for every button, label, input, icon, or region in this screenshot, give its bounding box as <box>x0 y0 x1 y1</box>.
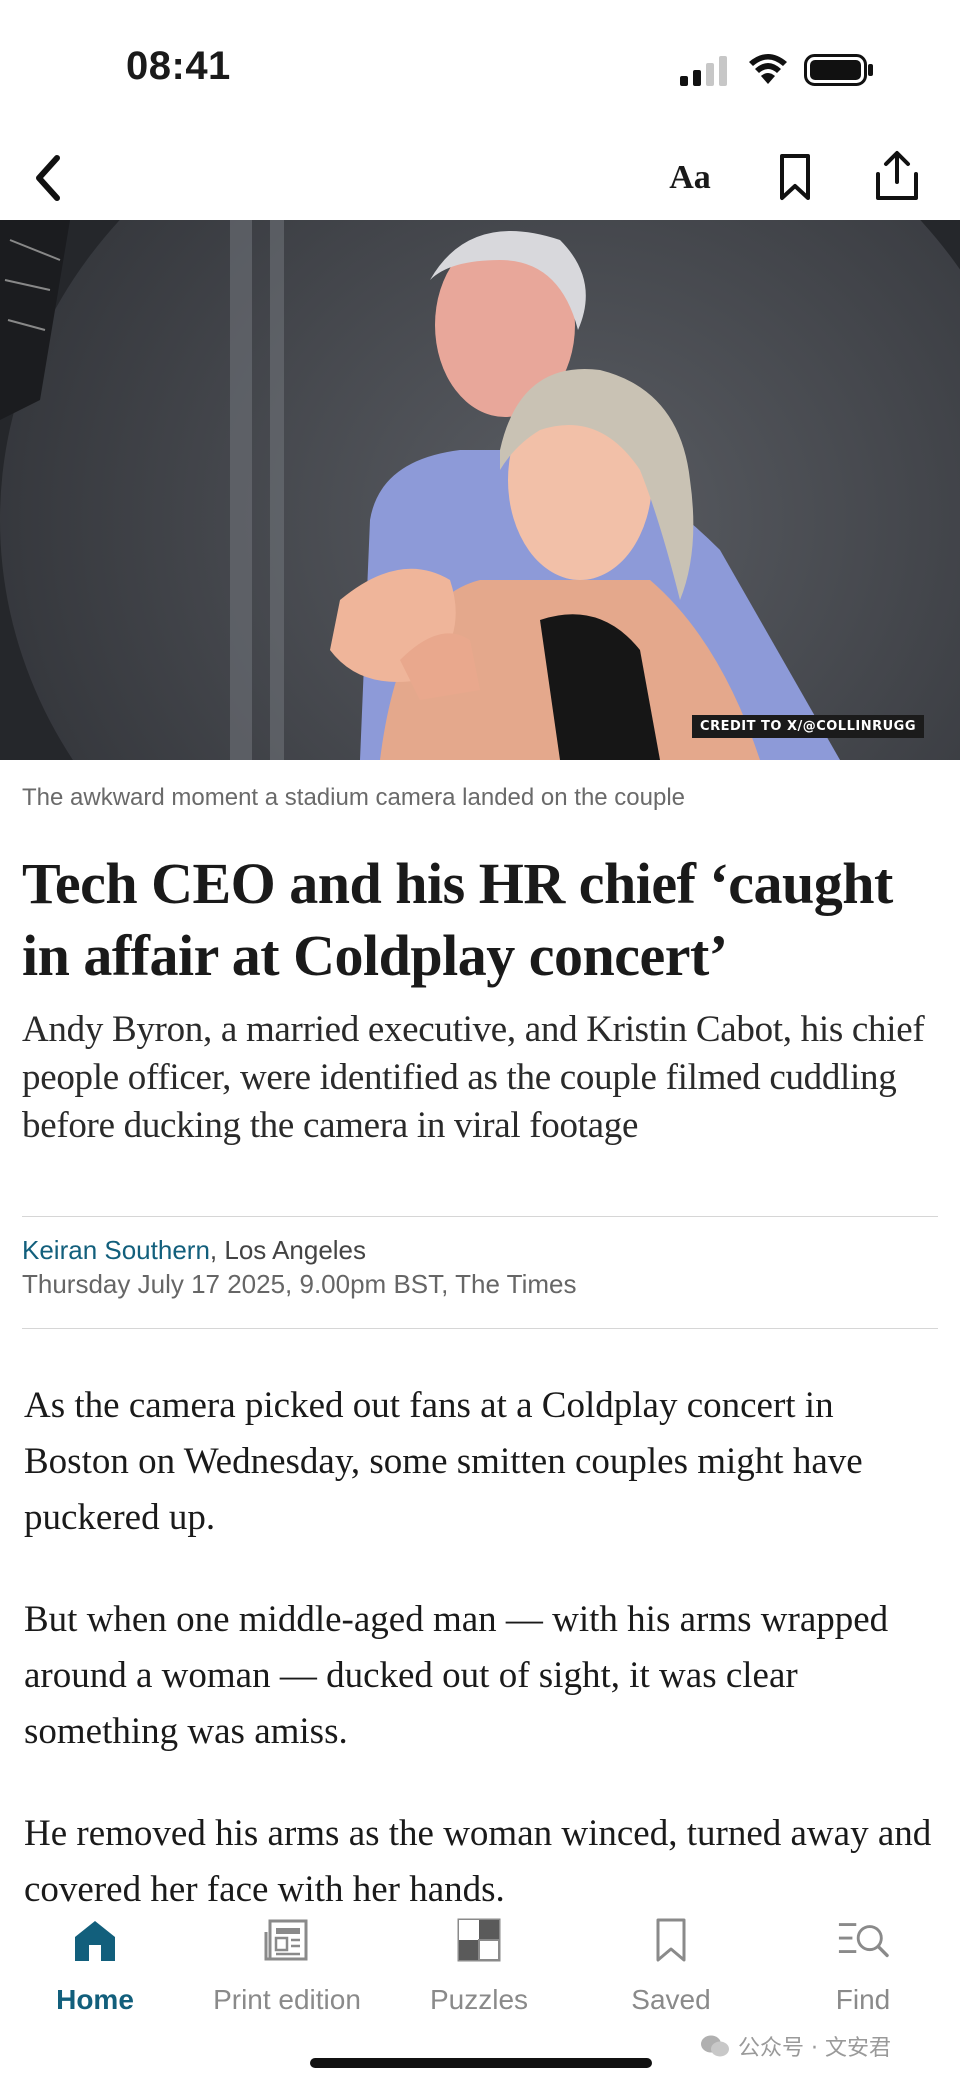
status-time: 08:41 <box>126 44 231 88</box>
share-button[interactable] <box>868 144 926 208</box>
newspaper-icon <box>261 1914 313 1966</box>
share-icon <box>876 151 918 200</box>
image-caption: The awkward moment a stadium camera land… <box>22 784 686 811</box>
divider <box>22 1216 938 1217</box>
wifi-icon <box>749 54 787 84</box>
cellular-signal-icon <box>680 56 727 86</box>
tab-label: Saved <box>631 1984 711 2015</box>
chevron-left-icon <box>36 155 60 201</box>
status-bar: 08:41 <box>0 0 960 140</box>
back-button[interactable] <box>20 148 76 208</box>
photo-credit: CREDIT TO X/@COLLINRUGG <box>692 715 924 738</box>
battery-icon <box>804 54 873 86</box>
bookmark-button[interactable] <box>770 146 820 208</box>
tab-saved[interactable]: Saved <box>586 1914 756 2024</box>
tab-label: Find <box>835 1984 891 2015</box>
wechat-icon <box>701 2035 729 2057</box>
puzzle-grid-icon <box>453 1914 505 1966</box>
hero-image: CREDIT TO X/@COLLINRUGG <box>0 220 960 760</box>
bookmark-icon <box>645 1914 697 1966</box>
tab-find[interactable]: Find <box>778 1914 948 2024</box>
publish-date: Thursday July 17 2025, 9.00pm BST, The T… <box>22 1269 577 1299</box>
wechat-watermark: 公众号 · 文安君 <box>700 2030 891 2062</box>
home-indicator[interactable] <box>310 2058 652 2068</box>
body-paragraph: But when one middle-aged man — with his … <box>24 1599 889 1752</box>
tab-home[interactable]: Home <box>10 1914 180 2024</box>
tab-label: Puzzles <box>429 1984 529 2015</box>
tab-label: Print edition <box>213 1984 361 2015</box>
bookmark-icon <box>780 154 810 200</box>
byline: Keiran Southern, Los Angeles <box>22 1234 366 1266</box>
tab-print-edition[interactable]: Print edition <box>202 1914 372 2024</box>
tab-label: Home <box>56 1984 134 2015</box>
article-standfirst: Andy Byron, a married executive, and Kri… <box>22 1009 925 1146</box>
concert-photo <box>0 220 960 760</box>
search-list-icon <box>837 1914 889 1966</box>
article-headline: Tech CEO and his HR chief ‘caught in aff… <box>22 851 893 988</box>
divider <box>22 1328 938 1329</box>
author-link[interactable]: Keiran Southern <box>22 1235 210 1265</box>
body-paragraph: As the camera picked out fans at a Coldp… <box>24 1385 863 1538</box>
byline-location: , Los Angeles <box>209 1235 367 1265</box>
article-toolbar: Aa <box>0 140 960 220</box>
home-icon <box>69 1914 121 1966</box>
text-size-button[interactable]: Aa <box>652 150 728 206</box>
watermark-text: 公众号 · 文安君 <box>738 2036 891 2061</box>
tab-puzzles[interactable]: Puzzles <box>394 1914 564 2024</box>
